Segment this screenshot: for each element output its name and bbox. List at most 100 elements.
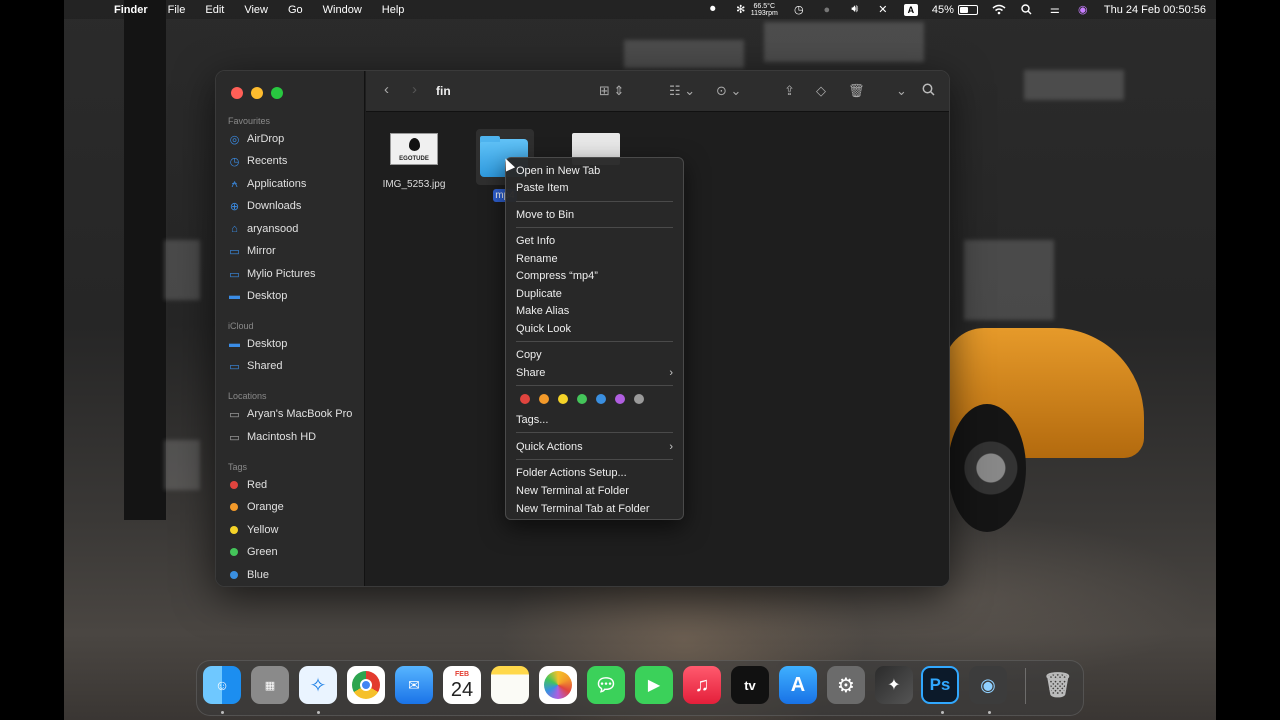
menu-new-terminal-tab-at-folder[interactable]: New Terminal Tab at Folder	[516, 500, 673, 517]
search-icon[interactable]	[922, 83, 935, 99]
messages-dock-icon[interactable]: 💬︎	[587, 666, 625, 704]
sidebar-tag-blue[interactable]: Blue	[228, 566, 269, 584]
menu-label: Share	[516, 366, 546, 379]
launchpad-dock-icon[interactable]: ▦	[251, 666, 289, 704]
record-stop-icon[interactable]: ⏺	[706, 3, 720, 16]
share-icon[interactable]: ⇪	[784, 83, 795, 99]
menu-file[interactable]: File	[168, 4, 186, 16]
finder-dock-icon[interactable]: ☺	[203, 666, 241, 704]
system-monitor[interactable]: ✻ 66.5°C 1193rpm	[734, 3, 778, 17]
sidebar-item-airdrop[interactable]: ◎ AirDrop	[228, 130, 285, 148]
mail-dock-icon[interactable]: ✉	[395, 666, 433, 704]
input-source-icon[interactable]: A	[903, 3, 918, 16]
menu-get-info[interactable]: Get Info	[516, 232, 673, 249]
sidebar-item-recents[interactable]: ◷ Recents	[228, 152, 288, 170]
trash-dock-icon[interactable]: 🗑︎	[1039, 666, 1077, 704]
more-chevron-icon[interactable]: ⌄	[896, 83, 907, 99]
trash-icon[interactable]: 🗑︎	[848, 83, 865, 99]
download-icon: ⊕	[229, 200, 240, 213]
sidebar-tag-yellow[interactable]: Yellow	[228, 521, 278, 539]
menu-copy[interactable]: Copy	[516, 346, 673, 363]
tag-gray-dot[interactable]	[634, 394, 644, 404]
battery-status[interactable]: 45%	[932, 4, 978, 16]
minimize-button[interactable]	[251, 87, 263, 99]
sidebar-item-shared[interactable]: ▭ Shared	[228, 357, 282, 375]
zoom-button[interactable]	[271, 87, 283, 99]
sidebar-tag-green[interactable]: Green	[228, 543, 278, 561]
menu-move-to-bin[interactable]: Move to Bin	[516, 206, 673, 223]
action-menu-icon[interactable]: ⊙ ⌄	[716, 83, 741, 99]
clock-history-icon[interactable]: ◷	[792, 4, 806, 16]
group-by-icon[interactable]: ☷ ⌄	[669, 83, 695, 99]
safari-dock-icon[interactable]: ✧	[299, 666, 337, 704]
sidebar-item-icloud-desktop[interactable]: ▬ Desktop	[228, 335, 287, 353]
menu-help[interactable]: Help	[382, 4, 405, 16]
menu-duplicate[interactable]: Duplicate	[516, 285, 673, 302]
menubar-clock[interactable]: Thu 24 Feb 00:50:56	[1104, 4, 1206, 16]
menu-go[interactable]: Go	[288, 4, 303, 16]
system-preferences-dock-icon[interactable]: ⚙	[827, 666, 865, 704]
menu-quick-actions[interactable]: Quick Actions ›	[516, 438, 673, 455]
menu-new-terminal-at-folder[interactable]: New Terminal at Folder	[516, 482, 673, 499]
menu-app-name[interactable]: Finder	[114, 4, 148, 16]
sidebar-item-mylio-pictures[interactable]: ▭ Mylio Pictures	[228, 265, 315, 283]
spotlight-search-icon[interactable]	[1020, 4, 1034, 16]
menu-compress[interactable]: Compress “mp4”	[516, 267, 673, 284]
bluetooth-off-icon[interactable]: ✕	[876, 4, 890, 16]
sidebar-item-label: Aryan's MacBook Pro	[247, 408, 353, 420]
tag-purple-dot[interactable]	[615, 394, 625, 404]
running-indicator	[317, 711, 320, 714]
tag-yellow-dot[interactable]	[558, 394, 568, 404]
wallpaper-light	[164, 240, 200, 300]
volume-icon[interactable]: 🔊︎	[848, 3, 862, 16]
menu-edit[interactable]: Edit	[205, 4, 224, 16]
wallpaper-light	[164, 440, 200, 490]
control-center-icon[interactable]: ⚌	[1048, 4, 1062, 16]
sidebar-item-downloads[interactable]: ⊕ Downloads	[228, 197, 302, 215]
calendar-dock-icon[interactable]: FEB 24	[443, 666, 481, 704]
tag-icon[interactable]: ◇	[816, 83, 826, 99]
menu-quick-look[interactable]: Quick Look	[516, 320, 673, 337]
tag-green-dot[interactable]	[577, 394, 587, 404]
sidebar-item-home[interactable]: ⌂ aryansood	[228, 220, 298, 238]
tag-red-dot[interactable]	[520, 394, 530, 404]
photoshop-dock-icon[interactable]: Ps	[921, 666, 959, 704]
facetime-dock-icon[interactable]: ▶	[635, 666, 673, 704]
close-button[interactable]	[231, 87, 243, 99]
back-button[interactable]: ‹	[384, 81, 389, 98]
menu-paste-item[interactable]: Paste Item	[516, 179, 673, 196]
menu-tags[interactable]: Tags...	[516, 411, 673, 428]
file-item[interactable]: EGOTUDE IMG_5253.jpg	[382, 133, 446, 190]
sidebar-item-macintosh-hd[interactable]: ▭ Macintosh HD	[228, 428, 316, 446]
notes-dock-icon[interactable]	[491, 666, 529, 704]
menu-rename[interactable]: Rename	[516, 250, 673, 267]
menu-open-in-new-tab[interactable]: Open in New Tab	[516, 162, 673, 179]
sidebar-item-mirror[interactable]: ▭ Mirror	[228, 242, 275, 260]
sidebar-item-desktop[interactable]: ▬ Desktop	[228, 287, 287, 305]
view-mode-icon[interactable]: ⊞ ⇕	[599, 83, 624, 99]
menu-folder-actions-setup[interactable]: Folder Actions Setup...	[516, 464, 673, 481]
siri-icon[interactable]: ◉	[1076, 4, 1090, 16]
sidebar-item-applications[interactable]: ⍲ Applications	[228, 175, 306, 193]
menu-window[interactable]: Window	[323, 4, 362, 16]
photos-dock-icon[interactable]	[539, 666, 577, 704]
final-cut-pro-dock-icon[interactable]: ✦	[875, 666, 913, 704]
menu-make-alias[interactable]: Make Alias	[516, 302, 673, 319]
chrome-dock-icon[interactable]	[347, 666, 385, 704]
forward-button[interactable]: ›	[412, 81, 417, 98]
wifi-icon[interactable]	[992, 4, 1006, 16]
apple-tv-dock-icon[interactable]: tv	[731, 666, 769, 704]
app-store-dock-icon[interactable]: A	[779, 666, 817, 704]
menu-view[interactable]: View	[244, 4, 268, 16]
menu-share[interactable]: Share ›	[516, 364, 673, 381]
sidebar-tag-orange[interactable]: Orange	[228, 498, 284, 516]
sidebar-item-label: Red	[247, 479, 268, 491]
tag-blue-dot[interactable]	[596, 394, 606, 404]
sidebar-item-macbook[interactable]: ▭ Aryan's MacBook Pro	[228, 405, 352, 423]
sidebar-tag-red[interactable]: Red	[228, 476, 267, 494]
quicktime-dock-icon[interactable]: ◉	[969, 666, 1007, 704]
hotspot-icon[interactable]: ●	[820, 4, 834, 16]
tag-orange-dot[interactable]	[539, 394, 549, 404]
applications-icon: ⍲	[231, 177, 238, 190]
music-dock-icon[interactable]: ♫	[683, 666, 721, 704]
